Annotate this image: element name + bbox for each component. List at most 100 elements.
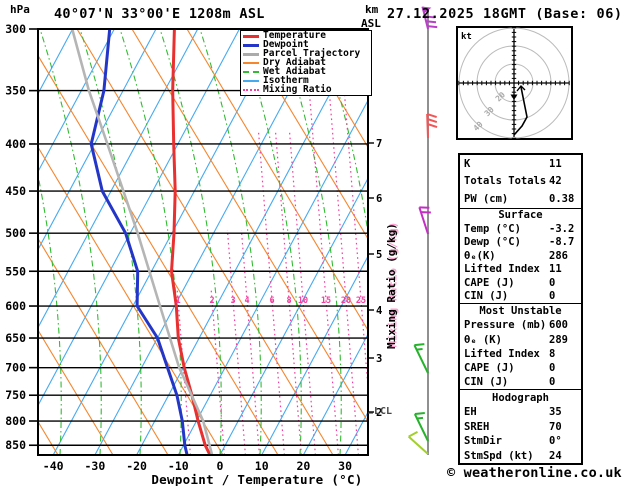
table-row: θₑ (K) 289 xyxy=(460,334,581,346)
x-axis-title: Dewpoint / Temperature (°C) xyxy=(151,472,362,486)
wind-barb xyxy=(413,411,429,442)
pressure-tick-label: 550 xyxy=(5,264,26,278)
pressure-tick-label: 450 xyxy=(5,184,26,198)
table-row-value: 0 xyxy=(549,376,556,389)
legend-swatch-thin xyxy=(243,79,259,82)
km-tick-label: 6 xyxy=(376,193,382,205)
table-row-label: CIN (J) xyxy=(464,290,509,303)
x-tick-label: 10 xyxy=(255,459,269,473)
pressure-tick-label: 650 xyxy=(5,331,26,345)
table-row-label: Lifted Index xyxy=(464,347,540,360)
mixing-ratio-value-label: 6 xyxy=(269,296,274,306)
pressure-tick-label: 600 xyxy=(5,299,26,313)
barb-shaft xyxy=(426,113,429,139)
table-row: Lifted Index 8 xyxy=(460,348,581,360)
table-row-label: Dewp (°C) xyxy=(464,236,521,249)
table-row-value: 0 xyxy=(549,362,556,375)
legend-swatch-thick xyxy=(243,34,259,38)
table-row: CAPE (J) 0 xyxy=(460,362,581,374)
mixing-ratio-axis-label: Mixing Ratio (g/kg) xyxy=(385,223,398,349)
barb-shaft xyxy=(408,435,429,455)
barb-half xyxy=(416,348,423,351)
wind-barb xyxy=(413,343,429,374)
table-section-surface: Surface Temp (°C) -3.2 Dewp (°C) -8.7 θₑ(K) 28… xyxy=(460,207,581,303)
table-row-label: EH xyxy=(464,406,477,419)
table-row-value: 35 xyxy=(549,406,562,419)
table-row: SREH 70 xyxy=(460,421,581,433)
legend-swatch-dashed xyxy=(243,71,259,73)
table-row-value: 11 xyxy=(549,157,562,170)
table-row: PW (cm) 0.38 xyxy=(460,193,581,205)
wet-adiabat-line xyxy=(39,29,102,455)
table-section-hodograph: Hodograph EH 35 SREH 70 StmDir 0° StmSpd (kt) 24 xyxy=(460,389,581,463)
table-row-label: StmDir xyxy=(464,435,502,448)
table-row-label: PW (cm) xyxy=(464,192,509,205)
wet-adiabat-line xyxy=(400,29,461,455)
table-row-label: CAPE (J) xyxy=(464,276,515,289)
legend-swatch-thin xyxy=(243,62,259,65)
legend-swatch-thick xyxy=(243,43,259,47)
table-row: CIN (J) 0 xyxy=(460,376,581,388)
table-row-label: Lifted Index xyxy=(464,263,540,276)
mixing-ratio-line xyxy=(257,129,285,455)
table-row: K 11 xyxy=(460,158,581,170)
table-row: Lifted Index 11 xyxy=(460,263,581,275)
table-row-value: -8.7 xyxy=(549,236,575,249)
table-row-label: SREH xyxy=(464,420,490,433)
mixing-ratio-value-label: 1 xyxy=(175,296,180,306)
barb-full xyxy=(427,25,438,29)
run-date-label: 27.12.2025 18GMT (Base: 06) xyxy=(387,6,623,22)
pressure-tick-label: 800 xyxy=(5,414,26,428)
mixing-ratio-value-label: 4 xyxy=(244,296,249,306)
table-row-label: Temp (°C) xyxy=(464,222,521,235)
copyright-label: © weatheronline.co.uk xyxy=(447,465,622,481)
mixing-ratio-value-label: 8 xyxy=(286,296,291,306)
dry-adiabat-line xyxy=(0,29,3,455)
page-title: 40°07'N 33°00'E 1208m ASL xyxy=(54,6,265,22)
table-row-value: 289 xyxy=(549,333,568,346)
table-row: StmDir 0° xyxy=(460,435,581,447)
table-row: CIN (J) 0 xyxy=(460,290,581,302)
wind-barb xyxy=(418,206,431,235)
table-section-header: Hodograph xyxy=(492,391,549,404)
x-tick-label: 20 xyxy=(296,459,310,473)
pressure-tick-label: 750 xyxy=(5,388,26,402)
km-axis-unit: km xyxy=(365,3,379,16)
table-section-most-unstable: Most Unstable Pressure (mb) 600 θₑ (K) 289 Li… xyxy=(460,303,581,389)
series-parcel-trajectory xyxy=(70,29,214,455)
table-row-label: θₑ (K) xyxy=(464,333,502,346)
barb-half xyxy=(416,416,424,420)
mixing-ratio-value-label: 20 xyxy=(341,296,351,306)
table-row: Totals Totals 42 xyxy=(460,175,581,187)
pressure-tick-label: 850 xyxy=(5,438,26,452)
barb-full xyxy=(414,343,425,347)
table-row-label: Totals Totals xyxy=(464,175,547,188)
table-row-label: K xyxy=(464,157,471,170)
table-row-value: 70 xyxy=(549,420,562,433)
pressure-axis-unit: hPa xyxy=(10,3,30,16)
table-row-value: 8 xyxy=(549,347,556,360)
pressure-tick-label: 300 xyxy=(5,22,26,36)
km-tick-label: 3 xyxy=(376,353,382,365)
table-row-value: 0 xyxy=(549,290,556,303)
chart-legend: Temperature Dewpoint Parcel Trajectory Dry … xyxy=(240,30,372,97)
pressure-tick-label: 500 xyxy=(5,226,26,240)
barb-full xyxy=(408,431,418,438)
mixing-ratio-value-label: 3 xyxy=(230,296,235,306)
table-row-value: 286 xyxy=(549,249,568,262)
lcl-label: LCL xyxy=(374,406,393,417)
x-tick-label: 30 xyxy=(338,459,352,473)
table-row: CAPE (J) 0 xyxy=(460,277,581,289)
table-row-label: CIN (J) xyxy=(464,376,509,389)
series-line xyxy=(70,29,214,455)
km-tick-label: 5 xyxy=(376,249,382,261)
pressure-tick-label: 400 xyxy=(5,137,26,151)
indices-table: K 11 Totals Totals 42 PW (cm) 0.38 Surface Temp… xyxy=(458,153,583,465)
table-section-header: Most Unstable xyxy=(479,305,562,318)
legend-swatch-dotted xyxy=(243,88,259,91)
table-row-value: 0 xyxy=(549,276,556,289)
table-row-value: 0° xyxy=(549,435,562,448)
skewt-sounding-app: 300 350 400 450 500 550 600 650 700 750 800 850 1 2 3 4… xyxy=(0,0,629,486)
table-section: K 11 Totals Totals 42 PW (cm) 0.38 xyxy=(460,155,581,208)
legend-label: Mixing Ratio xyxy=(263,83,332,95)
